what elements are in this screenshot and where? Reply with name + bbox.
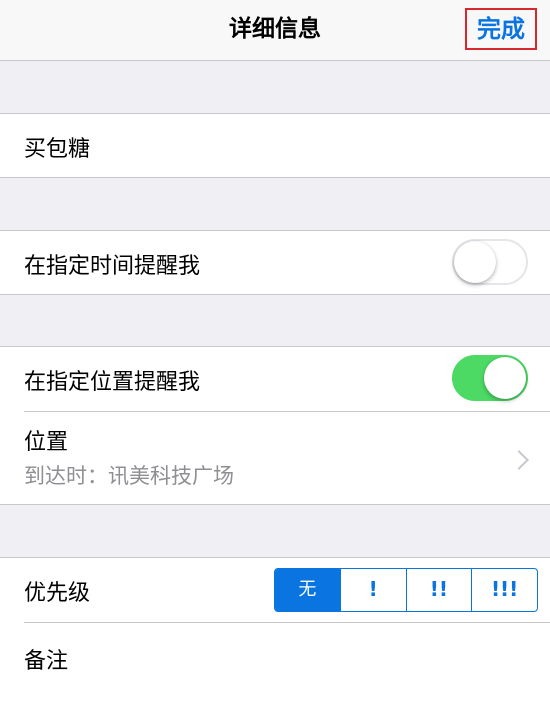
location-row[interactable]: 位置 到达时：讯美科技广场 <box>0 412 550 504</box>
notes-row[interactable]: 备注 <box>0 623 550 693</box>
title-group: 买包糖 <box>0 113 550 178</box>
location-reminder-row: 在指定位置提醒我 <box>0 347 550 411</box>
toggle-knob <box>484 357 526 399</box>
time-reminder-toggle[interactable] <box>452 239 528 285</box>
time-reminder-label: 在指定时间提醒我 <box>24 254 201 279</box>
priority-notes-group: 优先级 无 ! !! !!! 备注 <box>0 557 550 707</box>
time-reminder-group: 在指定时间提醒我 <box>0 230 550 295</box>
priority-option-medium[interactable]: !! <box>405 569 472 611</box>
priority-segmented-control: 无 ! !! !!! <box>274 568 538 612</box>
location-label: 位置 <box>24 430 69 455</box>
done-button[interactable]: 完成 <box>465 8 537 50</box>
chevron-right-icon <box>509 450 529 470</box>
priority-row: 优先级 无 ! !! !!! <box>0 558 550 622</box>
time-reminder-row: 在指定时间提醒我 <box>0 231 550 294</box>
priority-option-none[interactable]: 无 <box>275 569 340 611</box>
location-reminder-label: 在指定位置提醒我 <box>24 370 201 395</box>
notes-label: 备注 <box>24 649 69 674</box>
location-reminder-toggle[interactable] <box>452 355 528 401</box>
priority-label: 优先级 <box>24 581 91 606</box>
location-reminder-group: 在指定位置提醒我 位置 到达时：讯美科技广场 <box>0 346 550 505</box>
reminder-title-text: 买包糖 <box>24 137 91 162</box>
location-detail: 到达时：讯美科技广场 <box>24 464 234 488</box>
navigation-bar: 详细信息 完成 <box>0 0 550 61</box>
priority-option-high[interactable]: !!! <box>471 569 537 611</box>
reminder-title-field[interactable]: 买包糖 <box>0 114 550 177</box>
priority-option-low[interactable]: ! <box>339 569 406 611</box>
toggle-knob <box>454 241 496 283</box>
